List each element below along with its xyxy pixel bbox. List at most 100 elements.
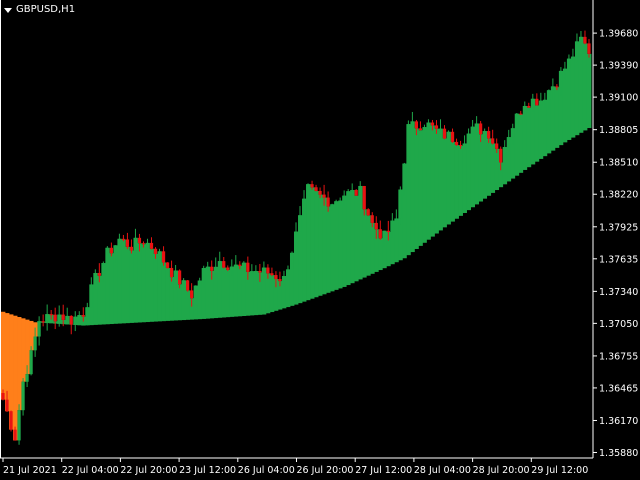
fill-band-segment — [366, 215, 371, 276]
candle-body — [531, 98, 535, 108]
fill-band-segment — [17, 317, 22, 411]
chart-title-bar: GBPUSD,H1 — [4, 3, 75, 17]
candle-body — [446, 131, 451, 139]
candle-body — [81, 315, 85, 317]
time-tick-label: 28 Jul 04:00 — [414, 465, 471, 476]
fill-band-segment — [314, 190, 319, 298]
candle — [354, 189, 358, 196]
candle-body — [414, 121, 419, 129]
candle-body — [198, 280, 202, 286]
fill-band-segment — [1, 311, 6, 400]
candle-body — [438, 128, 443, 130]
triangle-down-icon[interactable] — [4, 7, 12, 13]
candle — [9, 410, 13, 432]
fill-band-segment — [221, 267, 227, 318]
candle-body — [117, 238, 122, 246]
candle-body — [338, 200, 342, 202]
candle-body — [173, 270, 178, 278]
fill-band-segment — [450, 141, 455, 222]
candle-body — [266, 267, 270, 274]
candle-body — [234, 264, 238, 267]
candle-body — [278, 279, 282, 282]
fill-band-segment — [462, 143, 467, 213]
candle-body — [101, 263, 105, 276]
candle-body — [306, 184, 310, 199]
candle-body — [434, 125, 439, 129]
fill-band-segment — [145, 242, 150, 323]
candle-body — [378, 229, 382, 239]
price-tick-label: 1.38510 — [599, 158, 638, 169]
candle-body — [358, 185, 362, 196]
candle-body — [539, 100, 543, 106]
candle-body — [5, 399, 9, 412]
candle-body — [563, 68, 567, 71]
candle-body — [137, 237, 142, 244]
candle-body — [258, 270, 262, 273]
candle-body — [587, 43, 591, 54]
price-tick-label: 1.37050 — [599, 319, 638, 330]
candle-body — [458, 144, 463, 146]
candle-body — [386, 230, 390, 232]
candle-body — [410, 121, 414, 125]
fill-band-segment — [185, 290, 191, 320]
fill-band-segment — [125, 246, 130, 324]
candle-body — [69, 315, 73, 325]
fill-band-segment — [526, 107, 532, 168]
candles-layer — [1, 30, 591, 445]
fill-band-segment — [109, 253, 114, 325]
fill-band-segment — [165, 267, 170, 321]
candle-body — [274, 275, 278, 280]
candle-body — [41, 321, 45, 323]
candle-body — [222, 261, 226, 268]
candle-body — [551, 86, 555, 91]
price-tick-label: 1.38805 — [599, 125, 638, 136]
candle — [125, 232, 130, 250]
candle-body — [475, 123, 479, 127]
price-chart[interactable]: 1.39680 1.39390 1.39100 1.38805 1.38510 1.382… — [0, 0, 640, 480]
candle-body — [53, 314, 57, 322]
candle-body — [89, 284, 93, 308]
candle-body — [479, 123, 483, 135]
candle-body — [342, 195, 346, 201]
candle — [254, 265, 258, 273]
chart-window[interactable]: 1.39680 1.39390 1.39100 1.38805 1.38510 1.382… — [0, 0, 640, 480]
candle-body — [133, 237, 138, 251]
candle-body — [366, 209, 370, 216]
candle-body — [178, 270, 182, 285]
fill-band-segment — [322, 197, 327, 295]
price-tick-label: 1.36755 — [599, 351, 638, 362]
fill-band-segment — [157, 251, 162, 322]
price-tick-label: 1.36465 — [599, 383, 638, 394]
candle — [571, 48, 575, 61]
candle-body — [495, 143, 499, 149]
candle-body — [21, 381, 25, 411]
candle-body — [310, 184, 314, 188]
time-tick-label: 26 Jul 20:00 — [297, 465, 354, 476]
candle-body — [206, 266, 210, 269]
price-tick-label: 1.37925 — [599, 222, 638, 233]
candle-body — [454, 141, 459, 145]
candle-body — [515, 113, 519, 129]
fill-band-segment — [205, 266, 211, 319]
fill-band-segment — [141, 244, 146, 323]
fill-band-segment — [578, 36, 584, 133]
candle-body — [17, 410, 21, 441]
fill-band-segment — [442, 138, 447, 228]
fill-band-segment — [518, 114, 524, 173]
candle-body — [246, 262, 250, 272]
fill-band-segment — [582, 43, 588, 131]
fill-band-segment — [446, 131, 451, 225]
candle-body — [202, 268, 206, 281]
candle — [298, 206, 302, 237]
candle-body — [9, 411, 13, 430]
candle — [503, 140, 507, 165]
candle — [29, 346, 33, 376]
fill-band-segment — [350, 189, 355, 284]
time-tick-label: 23 Jul 12:00 — [179, 465, 236, 476]
candle — [418, 121, 423, 131]
candle — [37, 316, 41, 346]
candle-body — [238, 264, 242, 266]
candle-body — [527, 105, 531, 108]
candle — [165, 262, 170, 269]
candle-body — [575, 41, 579, 57]
